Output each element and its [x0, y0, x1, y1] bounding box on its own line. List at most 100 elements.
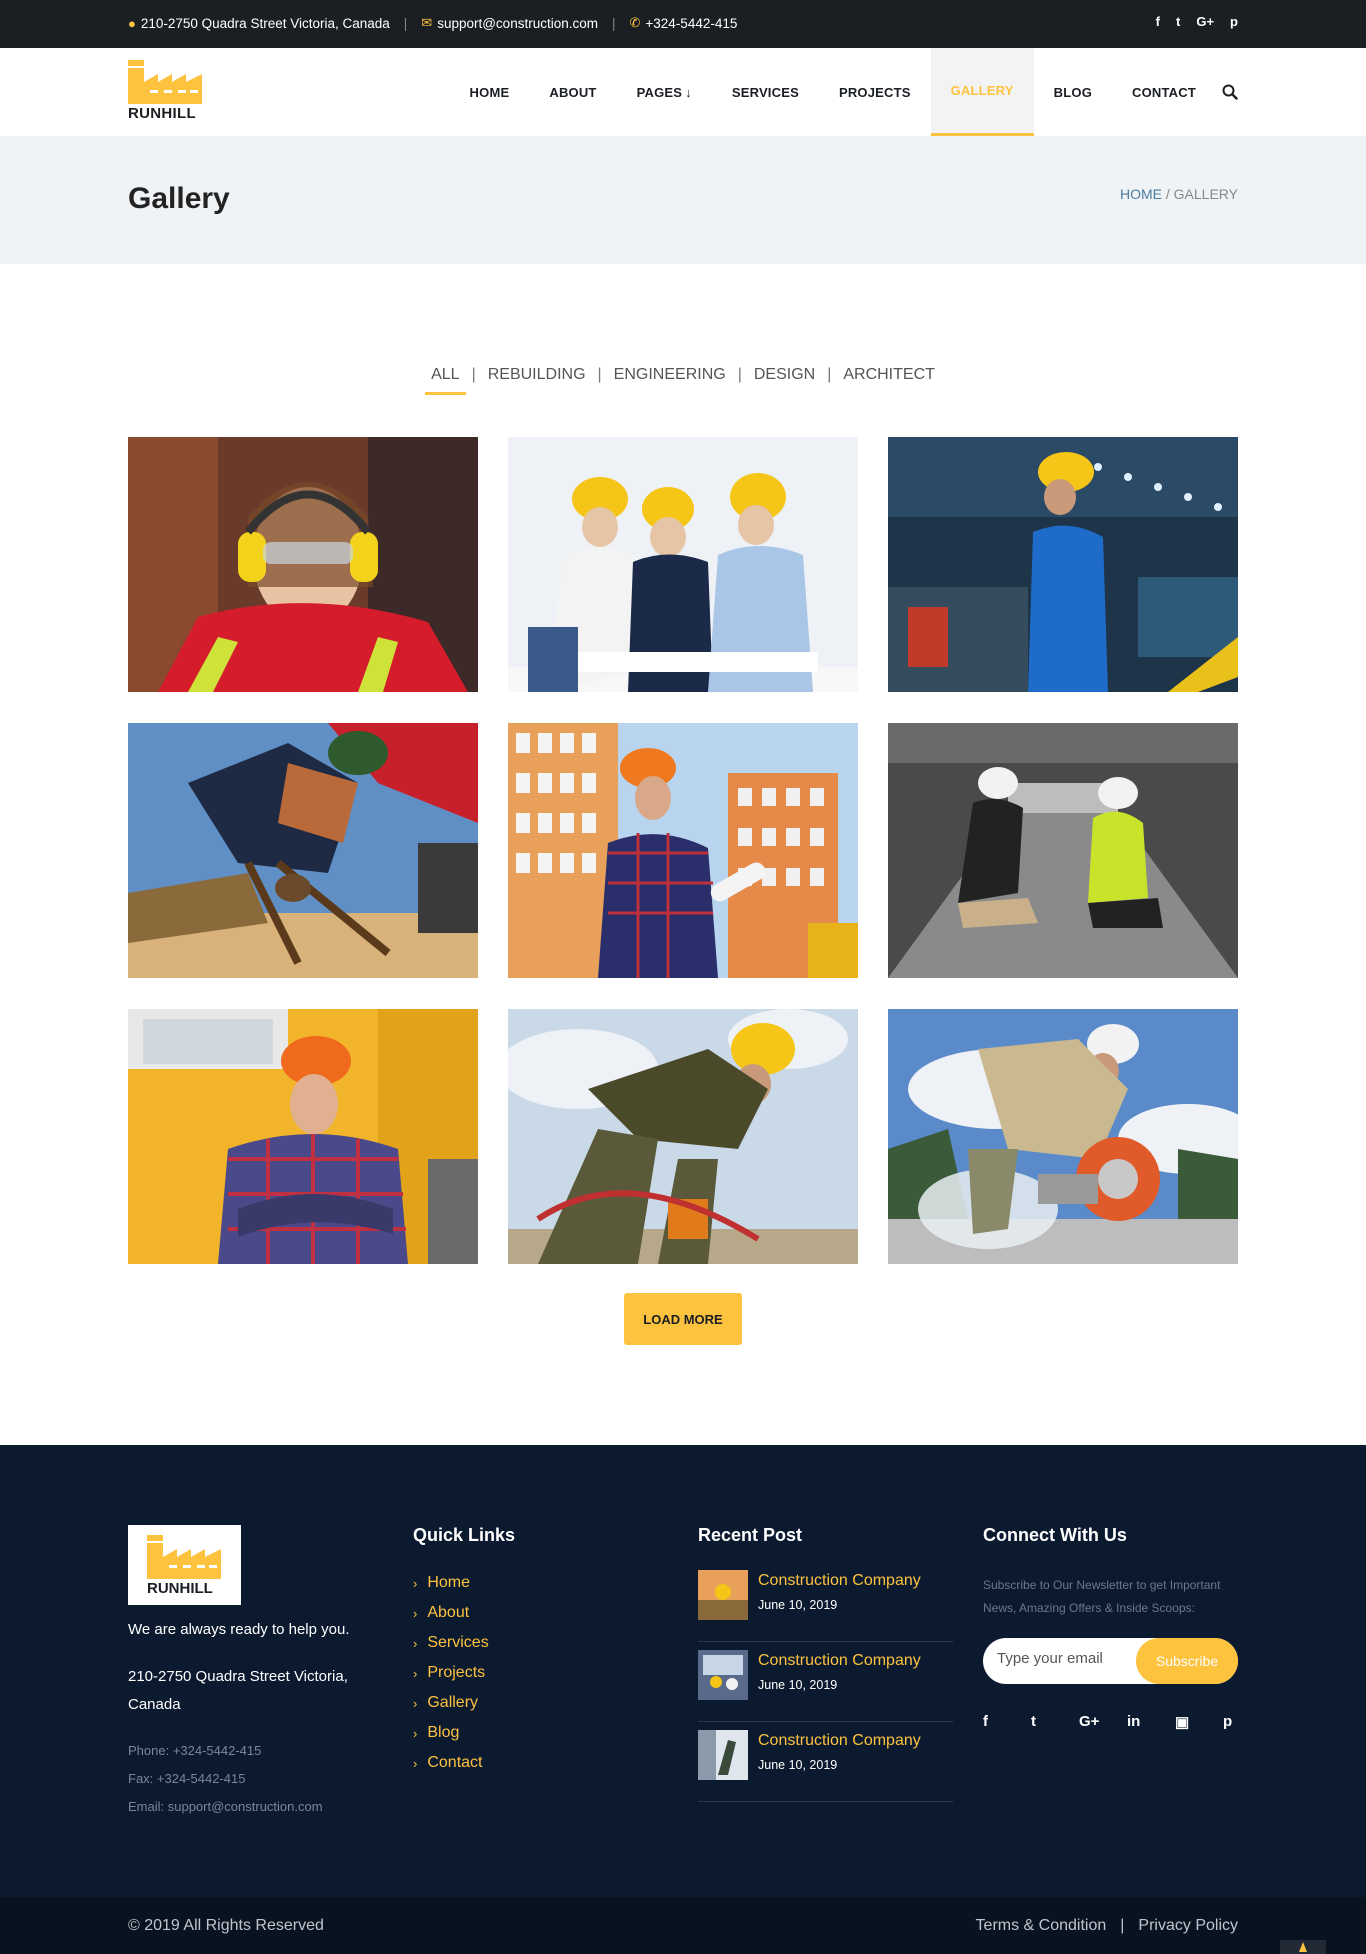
post-thumbnail: [698, 1650, 748, 1700]
footer-address: 210-2750 Quadra Street Victoria, Canada: [128, 1668, 348, 1713]
chevron-right-icon: ›: [413, 1665, 418, 1681]
main-nav: HOME ABOUT PAGES ↓ SERVICES PROJECTS GALL…: [450, 48, 1238, 136]
linkedin-icon[interactable]: in: [1127, 1713, 1175, 1731]
twitter-icon[interactable]: t: [1176, 14, 1180, 29]
facebook-icon[interactable]: f: [1156, 14, 1160, 29]
logo-text: RUNHILL: [128, 105, 196, 122]
legal-separator: |: [1120, 1917, 1125, 1934]
chevron-right-icon: ›: [413, 1725, 418, 1741]
email-field[interactable]: [997, 1650, 1137, 1667]
newsletter-form: Subscribe: [983, 1638, 1238, 1684]
footer-email: Email: support@construction.com: [128, 1799, 323, 1814]
filter-design[interactable]: DESIGN: [748, 366, 821, 390]
recent-post[interactable]: Construction Company June 10, 2019: [698, 1642, 953, 1722]
privacy-link[interactable]: Privacy Policy: [1138, 1917, 1238, 1935]
footer-contact: Phone: +324-5442-415 Fax: +324-5442-415 …: [128, 1737, 323, 1821]
facebook-icon[interactable]: f: [983, 1713, 1031, 1731]
footer-logo[interactable]: RUNHILL: [128, 1525, 241, 1605]
post-date: June 10, 2019: [758, 1758, 838, 1772]
filter-architect[interactable]: ARCHITECT: [837, 366, 941, 390]
quick-link-services[interactable]: › Services: [413, 1628, 489, 1658]
top-address: 210-2750 Quadra Street Victoria, Canada: [140, 15, 390, 31]
gallery-image-woman-with-ear-protection[interactable]: [128, 437, 478, 692]
nav-blog[interactable]: BLOG: [1034, 48, 1112, 136]
back-to-top-button[interactable]: [1280, 1940, 1326, 1954]
gallery-image-engineer-on-phone[interactable]: [508, 723, 858, 978]
footer-social: f t G+ in ▣ p: [983, 1713, 1271, 1731]
quick-link-blog[interactable]: › Blog: [413, 1718, 489, 1748]
logo[interactable]: RUNHILL: [128, 60, 202, 122]
terms-link[interactable]: Terms & Condition: [976, 1917, 1107, 1935]
footer-fax: Fax: +324-5442-415: [128, 1771, 246, 1786]
nav-pages[interactable]: PAGES ↓: [617, 48, 712, 136]
email-item[interactable]: ✉ support@construction.com: [421, 15, 598, 31]
gallery-filters: ALL | REBUILDING | ENGINEERING | DESIGN …: [0, 366, 1366, 395]
quick-links: › Home › About › Services › Projects › Galler…: [413, 1568, 489, 1778]
factory-logo-icon: [128, 60, 202, 104]
gallery-grid: [128, 437, 1238, 1264]
twitter-icon[interactable]: t: [1031, 1713, 1079, 1731]
breadcrumb: HOME / GALLERY: [1120, 186, 1238, 202]
nav-about[interactable]: ABOUT: [529, 48, 616, 136]
connect-title: Connect With Us: [983, 1525, 1127, 1545]
map-marker-icon: ●: [128, 15, 136, 31]
filter-engineering[interactable]: ENGINEERING: [608, 366, 732, 390]
post-date: June 10, 2019: [758, 1678, 838, 1692]
gallery-image-worker-with-chain[interactable]: [128, 723, 478, 978]
footer-logo-text: RUNHILL: [147, 1580, 213, 1597]
quick-link-about[interactable]: › About: [413, 1598, 489, 1628]
quick-links-title: Quick Links: [413, 1525, 516, 1545]
contact-info: ● 210-2750 Quadra Street Victoria, Canad…: [128, 15, 738, 31]
quick-link-home[interactable]: › Home: [413, 1568, 489, 1598]
google-plus-icon[interactable]: G+: [1196, 14, 1214, 29]
gallery-image-worker-with-saw[interactable]: [888, 1009, 1238, 1264]
nav-contact[interactable]: CONTACT: [1112, 48, 1216, 136]
quick-link-gallery[interactable]: › Gallery: [413, 1688, 489, 1718]
arrow-up-icon: [1299, 1942, 1307, 1952]
breadcrumb-separator: /: [1165, 186, 1170, 202]
top-bar: ● 210-2750 Quadra Street Victoria, Canad…: [0, 0, 1366, 48]
gallery-image-worker-arms-crossed[interactable]: [128, 1009, 478, 1264]
envelope-icon: ✉: [421, 15, 433, 30]
post-title[interactable]: Construction Company: [758, 1732, 921, 1750]
nav-home[interactable]: HOME: [450, 48, 530, 136]
nav-projects[interactable]: PROJECTS: [819, 48, 931, 136]
google-plus-icon[interactable]: G+: [1079, 1713, 1127, 1731]
top-social: f t G+ p: [1156, 14, 1238, 29]
filter-rebuilding[interactable]: REBUILDING: [482, 366, 592, 390]
youtube-icon[interactable]: ▣: [1175, 1713, 1223, 1731]
arrow-down-icon: ↓: [685, 84, 692, 100]
quick-link-contact[interactable]: › Contact: [413, 1748, 489, 1778]
subscribe-button[interactable]: Subscribe: [1136, 1638, 1238, 1684]
legal-links: Terms & Condition | Privacy Policy: [976, 1917, 1238, 1935]
pinterest-icon[interactable]: p: [1223, 1713, 1271, 1731]
nav-gallery[interactable]: GALLERY: [930, 48, 1034, 136]
copyright: © 2019 All Rights Reserved: [128, 1917, 324, 1934]
bottom-bar: © 2019 All Rights Reserved Terms & Condi…: [0, 1897, 1366, 1954]
filter-all[interactable]: ALL: [425, 366, 467, 395]
top-phone[interactable]: +324-5442-415: [645, 16, 737, 31]
gallery-image-three-engineers-with-blueprints[interactable]: [508, 437, 858, 692]
footer: RUNHILL We are always ready to help you.…: [0, 1445, 1366, 1897]
chevron-right-icon: ›: [413, 1605, 418, 1621]
search-icon[interactable]: [1222, 84, 1238, 100]
pinterest-icon[interactable]: p: [1230, 14, 1238, 29]
gallery-image-worker-with-drill[interactable]: [508, 1009, 858, 1264]
load-more-button[interactable]: LOAD MORE: [624, 1293, 742, 1345]
phone-item[interactable]: ✆ +324-5442-415: [630, 15, 738, 31]
top-email[interactable]: support@construction.com: [437, 16, 598, 31]
recent-posts: Construction Company June 10, 2019 Const…: [698, 1562, 953, 1802]
recent-post-title: Recent Post: [698, 1525, 803, 1545]
chevron-right-icon: ›: [413, 1575, 418, 1591]
recent-post[interactable]: Construction Company June 10, 2019: [698, 1562, 953, 1642]
gallery-image-workers-inspecting-floor[interactable]: [888, 723, 1238, 978]
recent-post[interactable]: Construction Company June 10, 2019: [698, 1722, 953, 1802]
post-thumbnail: [698, 1730, 748, 1780]
post-title[interactable]: Construction Company: [758, 1652, 921, 1670]
post-date: June 10, 2019: [758, 1598, 838, 1612]
breadcrumb-home[interactable]: HOME: [1120, 186, 1162, 202]
quick-link-projects[interactable]: › Projects: [413, 1658, 489, 1688]
post-title[interactable]: Construction Company: [758, 1572, 921, 1590]
gallery-image-worker-in-factory[interactable]: [888, 437, 1238, 692]
nav-services[interactable]: SERVICES: [712, 48, 819, 136]
